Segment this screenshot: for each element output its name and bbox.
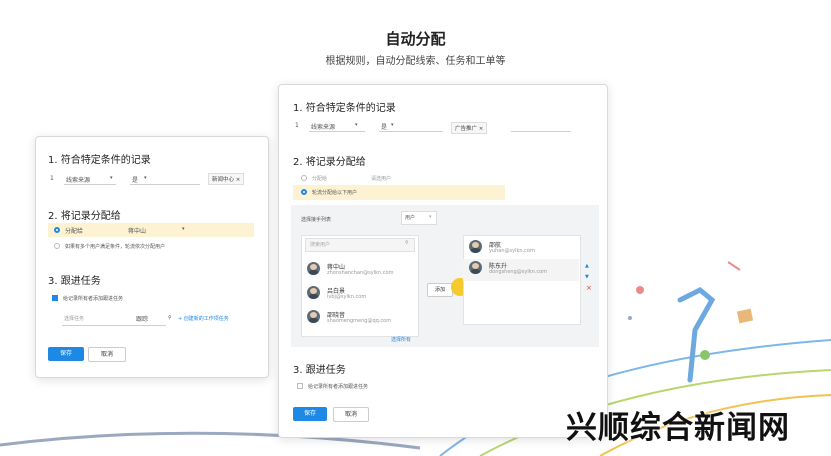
user-email: yuhan@sylkn.com (489, 248, 535, 254)
main-option2-radio[interactable] (301, 189, 307, 195)
avatar (307, 310, 320, 323)
avatar (469, 240, 482, 253)
chevron-down-icon: ▾ (391, 122, 394, 128)
chevron-down-icon: ▾ (355, 122, 358, 128)
user-email: shaomengmeng@qq.com (327, 318, 392, 324)
page-subtitle: 根据规则，自动分配线索、任务和工单等 (325, 56, 506, 67)
user-email: dongsheng@sylkn.com (489, 269, 548, 275)
watermark-text: 兴顺综合新闻网 (566, 410, 790, 446)
main-section3-heading: 3. 跟进任务 (293, 365, 346, 376)
left-rule-field[interactable]: 线索来源 (66, 175, 90, 184)
main-section2-heading: 2. 将记录分配给 (293, 157, 366, 168)
search-icon: ⚲ (168, 315, 172, 321)
left-rule-value-chip[interactable]: 新闻中心 × (208, 173, 245, 185)
left-section3-heading: 3. 跟进任务 (48, 276, 101, 287)
close-icon[interactable]: × (236, 177, 241, 183)
main-followup-label: 给记录所有者添加跟进任务 (308, 384, 369, 390)
left-option1-user[interactable]: 蒋中山 (128, 226, 146, 235)
left-rule-card: 1. 符合特定条件的记录 1 线索来源 ▾ 是 ▾ 新闻中心 × 2. 将记录分… (35, 136, 269, 378)
left-rule-operator[interactable]: 是 (132, 175, 138, 184)
close-icon[interactable]: × (479, 126, 484, 132)
main-cancel-button[interactable]: 取消 (333, 407, 369, 422)
main-save-button[interactable]: 保存 (293, 407, 327, 421)
left-option2-label: 如果有多个用户满足条件，轮流依次分配用户 (65, 244, 166, 250)
pick-list-select-value: 用户 (405, 215, 416, 221)
move-down-icon[interactable]: ▼ (585, 274, 589, 280)
main-option1-user[interactable]: 请选用户 (371, 175, 391, 182)
user-email: zhonshanchan@sylkn.com (327, 270, 394, 276)
main-rule-number: 1 (295, 122, 299, 129)
main-option2-label: 轮流分配给以下用户 (312, 190, 358, 196)
main-rule-field[interactable]: 线索来源 (311, 122, 335, 131)
left-section1-heading: 1. 符合特定条件的记录 (48, 155, 151, 166)
left-followup-checkbox[interactable] (52, 295, 58, 301)
left-option1-label: 分配给 (65, 228, 84, 235)
main-option1-radio[interactable] (301, 175, 307, 181)
remove-icon[interactable]: × (586, 284, 592, 292)
left-create-task-link[interactable]: + 创建新的工作项任务 (178, 315, 229, 322)
chevron-down-icon: ▾ (182, 226, 185, 232)
avatar (469, 261, 482, 274)
chevron-down-icon: ▾ (144, 175, 147, 181)
search-icon: ⚲ (405, 240, 409, 246)
left-task-placeholder[interactable]: 选择任务 (64, 315, 84, 322)
chevron-down-icon: ▾ (110, 175, 113, 181)
chevron-down-icon: ▾ (429, 214, 432, 220)
add-user-button[interactable]: 添加 (427, 283, 453, 297)
pick-list-label: 选择接手列表 (301, 217, 332, 223)
left-followup-label: 给记录所有者添加跟进任务 (63, 296, 124, 302)
left-option2-radio[interactable] (54, 243, 60, 249)
user-email: lvbj@sylkn.com (327, 294, 367, 300)
avatar (307, 262, 320, 275)
left-cancel-button[interactable]: 取消 (88, 347, 126, 362)
left-task-value[interactable]: 跟踪 (136, 314, 148, 323)
left-section2-heading: 2. 将记录分配给 (48, 211, 121, 222)
main-rule-card: 1. 符合特定条件的记录 1 线索来源 ▾ 是 ▾ 广告推广 × 2. 将记录分… (278, 84, 608, 438)
main-rule-value-chip[interactable]: 广告推广 × (451, 122, 488, 134)
page-title: 自动分配 (385, 30, 446, 48)
left-option1-radio[interactable] (54, 227, 60, 233)
main-rule-operator[interactable]: 是 (381, 122, 387, 131)
main-followup-checkbox[interactable] (297, 383, 303, 389)
main-section1-heading: 1. 符合特定条件的记录 (293, 103, 396, 114)
move-up-icon[interactable]: ▲ (585, 263, 589, 269)
avatar (307, 286, 320, 299)
main-option1-label: 分配给 (312, 176, 328, 182)
left-rule-number: 1 (50, 175, 54, 182)
user-search-placeholder: 搜索用户 (310, 242, 331, 248)
select-all-link[interactable]: 选择所有 (391, 336, 411, 343)
left-save-button[interactable]: 保存 (48, 347, 84, 361)
